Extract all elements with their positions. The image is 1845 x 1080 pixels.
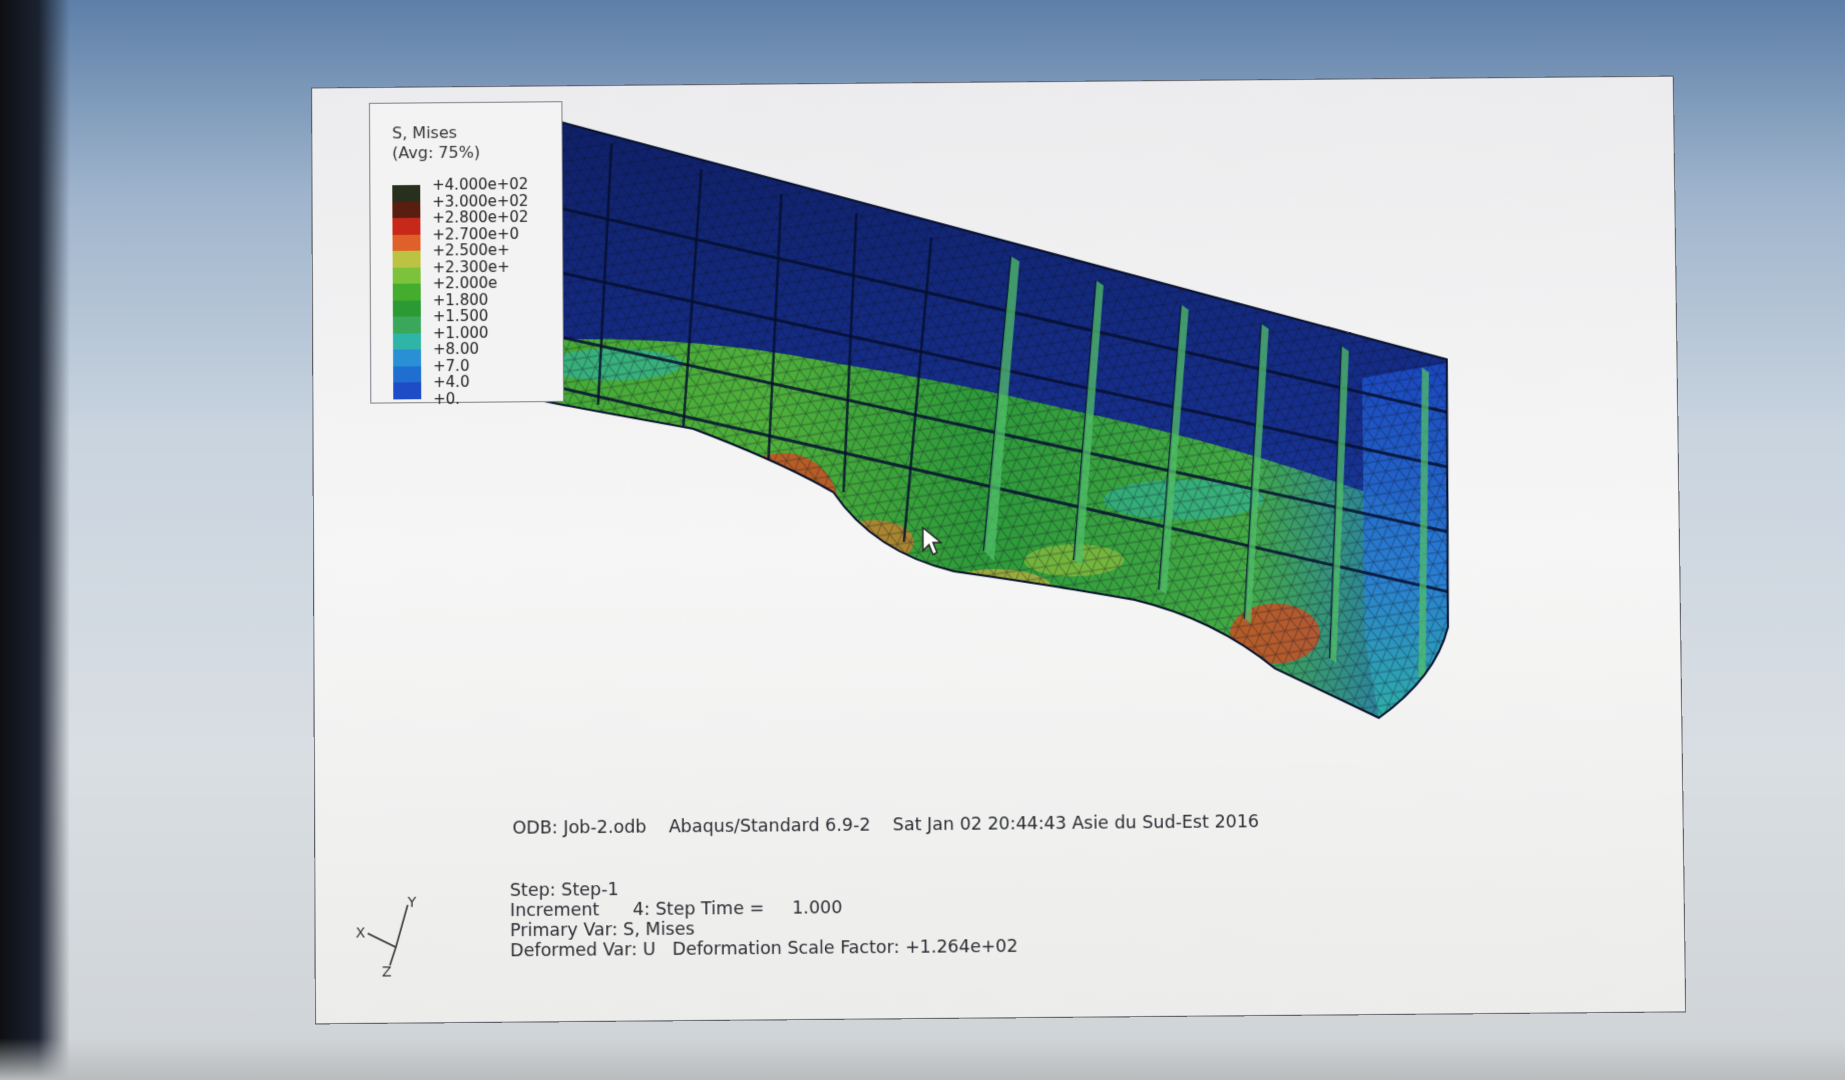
legend-swatch [392, 184, 421, 202]
legend-swatch [393, 349, 422, 367]
legend-swatch [392, 316, 421, 334]
legend-value-label: +4.000e+02 [432, 175, 529, 194]
legend-value-labels: +4.000e+02 +3.000e+02 +2.800e+02 +2.700e+0 +… [432, 175, 529, 408]
triad-z-label: Z [382, 964, 392, 977]
legend-title-variable: S, Mises [391, 122, 457, 143]
legend-swatch [392, 283, 421, 301]
legend-value-label: +2.300e+ [432, 257, 510, 276]
legend-title-averaging: (Avg: 75%) [392, 142, 481, 163]
legend-value-label: +2.700e+0 [432, 224, 520, 244]
mouse-pointer-icon [922, 526, 943, 556]
legend-value-label: +7.0 [433, 356, 470, 375]
legend-swatch [392, 267, 421, 284]
legend-swatch [393, 365, 422, 383]
legend-value-label: +2.000e [432, 273, 498, 293]
legend-swatch [392, 250, 421, 268]
monitor-glare-bottom [0, 1038, 1845, 1080]
legend-value-label: +8.00 [432, 339, 479, 359]
legend-color-bar [392, 184, 422, 399]
legend-value-label: +1.500 [432, 306, 489, 326]
coordinate-triad-icon: Y X Z [356, 897, 417, 978]
abaqus-viewport[interactable]: S, Mises (Avg: 75%) +4.000e+02 +3.000e+02… [311, 75, 1687, 1025]
monitor-bezel-left [0, 0, 70, 1080]
legend-swatch [392, 234, 421, 251]
legend-swatch [392, 201, 421, 219]
legend-value-label: +1.800 [432, 290, 489, 309]
legend-value-label: +1.000 [432, 323, 489, 342]
triad-y-label: Y [407, 897, 417, 911]
legend-swatch [392, 332, 422, 350]
legend-swatch [392, 217, 421, 235]
mises-stress-legend[interactable]: S, Mises (Avg: 75%) +4.000e+02 +3.000e+02… [368, 101, 565, 408]
triad-x-label: X [356, 925, 366, 941]
legend-swatch [393, 382, 422, 399]
legend-value-label: +2.500e+ [432, 240, 510, 260]
legend-swatch [392, 299, 421, 317]
legend-value-label: +2.800e+02 [432, 207, 529, 227]
legend-value-label: +4.0 [433, 372, 470, 392]
legend-value-label: +0. [433, 389, 461, 408]
